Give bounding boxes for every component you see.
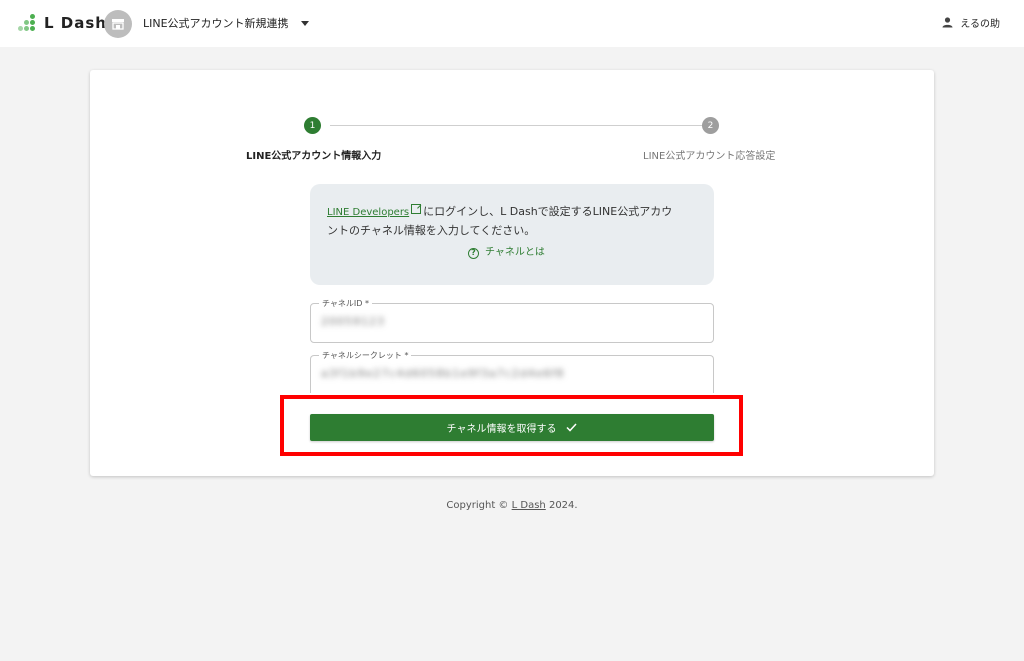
step-2-label: LINE公式アカウント応答設定 bbox=[643, 151, 776, 162]
channel-id-label: チャネルID * bbox=[319, 298, 372, 309]
stepper-connector bbox=[330, 125, 703, 126]
check-icon bbox=[566, 423, 578, 432]
external-link-icon bbox=[411, 204, 422, 214]
account-selector[interactable]: LINE公式アカウント新規連携 bbox=[143, 15, 309, 31]
account-selector-label: LINE公式アカウント新規連携 bbox=[143, 17, 289, 30]
logo-text: L Dash bbox=[44, 14, 107, 32]
channel-secret-label: チャネルシークレット * bbox=[319, 350, 412, 361]
footer-brand-link[interactable]: L Dash bbox=[512, 500, 546, 511]
user-name: えるの助 bbox=[960, 19, 1000, 30]
instruction-text: LINE Developers にログインし、L Dashで設定するLINE公式ア… bbox=[327, 203, 696, 240]
channel-id-value: 20059123 bbox=[321, 315, 385, 328]
channel-help-link[interactable]: ? チャネルとは bbox=[468, 244, 545, 262]
channel-id-field[interactable]: チャネルID * 20059123 bbox=[310, 298, 714, 343]
line-developers-link[interactable]: LINE Developers bbox=[327, 207, 409, 218]
fetch-channel-info-button[interactable]: チャネル情報を取得する bbox=[310, 414, 714, 441]
fetch-channel-info-label: チャネル情報を取得する bbox=[446, 424, 557, 435]
logo-dots-icon bbox=[18, 13, 38, 33]
caret-down-icon bbox=[300, 20, 309, 26]
instruction-box: LINE Developers にログインし、L Dashで設定するLINE公式ア… bbox=[310, 184, 714, 285]
step-2-indicator: 2 bbox=[702, 117, 719, 134]
account-avatar[interactable] bbox=[104, 10, 132, 38]
logo[interactable]: L Dash bbox=[18, 13, 107, 33]
top-bar: L Dash LINE公式アカウント新規連携 えるの助 bbox=[0, 0, 1024, 47]
instruction-line-1: にログインし、L Dashで設定するLINE公式アカウ bbox=[423, 205, 673, 218]
footer: Copyright © L Dash 2024. bbox=[0, 500, 1024, 511]
user-menu[interactable]: えるの助 bbox=[942, 15, 1000, 30]
question-circle-icon: ? bbox=[468, 247, 479, 259]
copyright-year: 2024. bbox=[548, 500, 578, 511]
step-1-label: LINE公式アカウント情報入力 bbox=[246, 151, 382, 162]
step-1-indicator: 1 bbox=[304, 117, 321, 134]
channel-help-label: チャネルとは bbox=[485, 247, 545, 258]
copyright-prefix: Copyright © bbox=[446, 500, 509, 511]
store-icon bbox=[112, 19, 124, 30]
channel-secret-field[interactable]: チャネルシークレット * a3f1b9e27c4d6058b1e9f3a7c2d… bbox=[310, 350, 714, 393]
user-icon bbox=[942, 17, 953, 28]
instruction-line-2: ントのチャネル情報を入力してください。 bbox=[327, 224, 536, 237]
channel-secret-value: a3f1b9e27c4d6058b1e9f3a7c2d4e6f8 bbox=[321, 367, 565, 380]
